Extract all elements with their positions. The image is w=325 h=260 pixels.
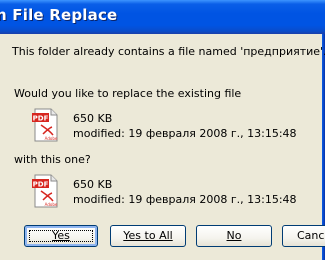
pdf-label: PDF: [33, 181, 49, 189]
pdf-file-icon: PDF Adobe: [32, 174, 58, 208]
cancel-button-label: Canc: [297, 229, 325, 242]
title-bar[interactable]: n File Replace: [0, 0, 325, 34]
already-contains-message: This folder already contains a file name…: [12, 45, 325, 58]
window-title: n File Replace: [0, 6, 118, 24]
yes-button[interactable]: Yes: [24, 225, 98, 247]
existing-file-modified: modified: 19 февраля 2008 г., 13:15:48: [73, 127, 297, 140]
existing-file-size: 650 KB: [73, 112, 113, 125]
no-button-label: No: [226, 229, 242, 242]
yes-to-all-button[interactable]: Yes to All: [110, 225, 186, 247]
confirm-file-replace-dialog: n File Replace This folder already conta…: [0, 0, 325, 260]
new-file-size: 650 KB: [73, 178, 113, 191]
with-this-one-label: with this one?: [14, 153, 91, 166]
yes-button-label: Yes: [52, 229, 70, 242]
replace-question: Would you like to replace the existing f…: [14, 87, 242, 100]
pdf-file-icon: PDF Adobe: [32, 108, 58, 142]
new-file-modified: modified: 19 февраля 2008 г., 13:15:48: [73, 193, 297, 206]
no-button[interactable]: No: [196, 225, 272, 247]
cancel-button[interactable]: Canc: [282, 225, 325, 247]
adobe-label: Adobe: [45, 136, 58, 141]
adobe-label: Adobe: [45, 202, 58, 207]
pdf-label: PDF: [33, 115, 49, 123]
yes-to-all-button-label: Yes to All: [123, 229, 173, 242]
